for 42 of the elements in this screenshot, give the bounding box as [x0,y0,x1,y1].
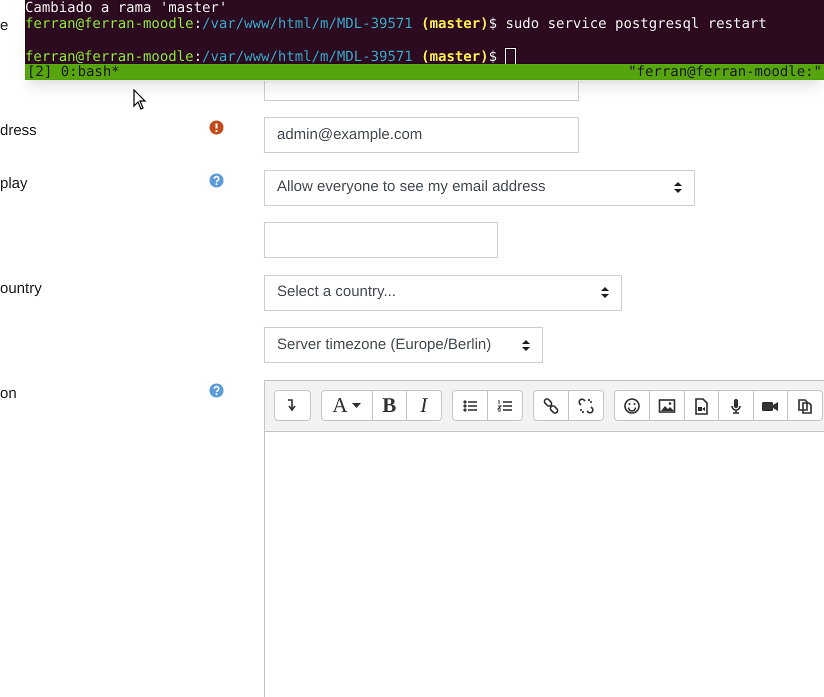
terminal-text: /var/www/html/m/MDL-39571 [202,16,413,32]
terminal-text: $ [488,49,498,65]
mouse-pointer-icon [133,89,147,111]
caret-icon [352,403,361,408]
sort-arrows-icon [522,340,530,350]
help-icon[interactable] [209,172,224,188]
terminal-text: Cambiado a rama 'master' [25,0,228,16]
error-icon [209,120,224,135]
terminal-text: : [194,16,202,32]
terminal-text: $ sudo service postgresql restart [488,16,767,32]
link-icon [542,396,560,414]
input-field[interactable] [264,80,579,100]
input-field[interactable]: admin@example.com [264,117,579,153]
terminal-text: (master) [420,16,489,32]
smiley-icon [622,396,641,414]
status-text: "ferran@ferran-moodle:" [628,64,822,80]
help-icon[interactable] [209,382,224,398]
file-video-icon [692,396,710,414]
select-field[interactable]: Select a country... [264,274,622,310]
sort-arrows-icon [674,182,682,193]
terminal-text: ferran@ferran-moodle [25,49,194,65]
select-field[interactable]: Allow everyone to see my email address [264,170,695,206]
broken-link-icon [576,396,595,414]
terminal-text: (master) [420,49,489,65]
image-icon [658,396,676,414]
field-label: play [0,174,28,192]
terminal-text: : [194,49,202,65]
sort-arrows-icon [601,287,609,298]
field-label: dress [0,122,37,139]
terminal-text: ferran@ferran-moodle [25,16,194,32]
select-field[interactable]: Server timezone (Europe/Berlin) [264,327,543,363]
copy-icon [796,396,814,414]
field-label: on [0,384,17,402]
input-field[interactable] [264,222,498,258]
field-label: ountry [0,280,42,296]
bold-button[interactable]: B [372,391,406,420]
status-text: [2] 0:bash* [27,64,120,80]
italic-button[interactable]: I [406,391,440,420]
terminal-text: /var/www/html/m/MDL-39571 [202,49,413,65]
font-button[interactable]: A [322,391,372,420]
text-editor[interactable]: A B I [264,380,824,697]
field-label: e [0,17,8,34]
